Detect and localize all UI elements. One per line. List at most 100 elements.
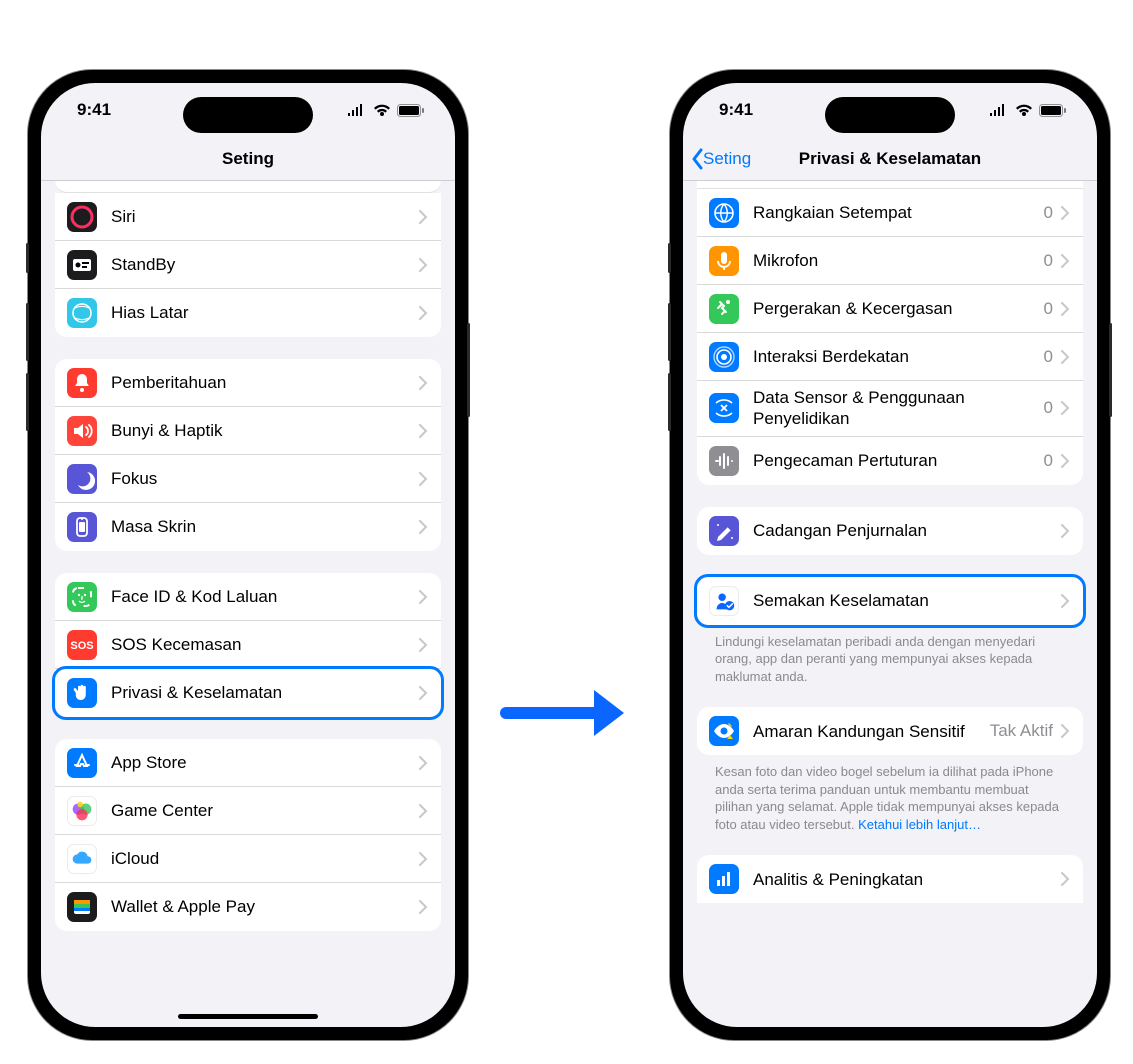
settings-row-journal[interactable]: Cadangan Penjurnalan (697, 507, 1083, 555)
settings-row-speech[interactable]: Pengecaman Pertuturan0 (697, 437, 1083, 485)
row-label: Cadangan Penjurnalan (753, 520, 1061, 541)
focus-icon (67, 464, 97, 494)
row-label: Masa Skrin (111, 516, 419, 537)
settings-row-sensitive[interactable]: Amaran Kandungan SensitifTak Aktif (697, 707, 1083, 755)
content-left[interactable]: Siri StandByHias Latar Pemberitahuan Bunyi … (41, 181, 455, 1027)
settings-row-wallet[interactable]: Wallet & Apple Pay (55, 883, 441, 931)
arrow-icon (500, 684, 630, 742)
siri-icon (67, 202, 97, 232)
settings-row-analytics[interactable]: Analitis & Peningkatan (697, 855, 1083, 903)
chevron-right-icon (419, 472, 427, 486)
power-button (467, 323, 470, 417)
row-label: SOS Kecemasan (111, 634, 419, 655)
settings-row-nearby[interactable]: Interaksi Berdekatan0 (697, 333, 1083, 381)
status-icons (347, 104, 425, 117)
volume-down (26, 373, 29, 431)
chevron-right-icon (419, 258, 427, 272)
row-label: Amaran Kandungan Sensitif (753, 721, 990, 742)
faceid-icon (67, 582, 97, 612)
row-label: Privasi & Keselamatan (111, 682, 419, 703)
row-label: Bunyi & Haptik (111, 420, 419, 441)
group-footer: Lindungi keselamatan peribadi anda denga… (697, 625, 1083, 686)
chevron-right-icon (419, 210, 427, 224)
row-detail: 0 (1044, 203, 1053, 223)
chevron-right-icon (419, 852, 427, 866)
settings-row-sos[interactable]: SOSSOS Kecemasan (55, 621, 441, 669)
nearby-icon (709, 342, 739, 372)
chevron-right-icon (1061, 872, 1069, 886)
icloud-icon (67, 844, 97, 874)
phone-right: 9:41 Seting Privasi & Keselamatan Rangka… (670, 70, 1110, 1040)
volume-up (668, 303, 671, 361)
settings-group: Amaran Kandungan SensitifTak Aktif (697, 707, 1083, 755)
row-label: Face ID & Kod Laluan (111, 586, 419, 607)
chevron-right-icon (419, 638, 427, 652)
power-button (1109, 323, 1112, 417)
settings-row-screentime[interactable]: Masa Skrin (55, 503, 441, 551)
chevron-right-icon (419, 376, 427, 390)
settings-group: Rangkaian Setempat0Mikrofon0Pergerakan &… (697, 189, 1083, 485)
row-detail: 0 (1044, 251, 1053, 271)
settings-row-siri[interactable]: Siri (55, 193, 441, 241)
safetycheck-icon (709, 586, 739, 616)
settings-row-sensor[interactable]: Data Sensor & Penggunaan Penyelidikan0 (697, 381, 1083, 437)
settings-row-wallpaper[interactable]: Hias Latar (55, 289, 441, 337)
nav-back-button[interactable]: Seting (691, 148, 751, 170)
settings-row-privacy[interactable]: Privasi & Keselamatan (55, 669, 441, 717)
row-label: Pemberitahuan (111, 372, 419, 393)
chevron-right-icon (1061, 594, 1069, 608)
footer-link[interactable]: Ketahui lebih lanjut… (858, 817, 981, 832)
settings-row-appstore[interactable]: App Store (55, 739, 441, 787)
row-label: Wallet & Apple Pay (111, 896, 419, 917)
group-footer: Kesan foto dan video bogel sebelum ia di… (697, 755, 1083, 833)
chevron-right-icon (1061, 401, 1069, 415)
notifications-icon (67, 368, 97, 398)
chevron-right-icon (419, 900, 427, 914)
settings-group: Siri StandByHias Latar (55, 193, 441, 337)
chevron-right-icon (419, 590, 427, 604)
sensitive-icon (709, 716, 739, 746)
chevron-right-icon (419, 756, 427, 770)
battery-icon (1039, 104, 1067, 117)
settings-row-safetycheck[interactable]: Semakan Keselamatan (697, 577, 1083, 625)
settings-row-motion[interactable]: Pergerakan & Kecergasan0 (697, 285, 1083, 333)
home-indicator[interactable] (178, 1014, 318, 1019)
localnet-icon (709, 198, 739, 228)
chevron-right-icon (419, 306, 427, 320)
settings-row-faceid[interactable]: Face ID & Kod Laluan (55, 573, 441, 621)
row-label: Game Center (111, 800, 419, 821)
row-detail: 0 (1044, 347, 1053, 367)
nav-bar: Seting (41, 137, 455, 181)
settings-row-localnet[interactable]: Rangkaian Setempat0 (697, 189, 1083, 237)
chevron-right-icon (1061, 524, 1069, 538)
settings-row-standby[interactable]: StandBy (55, 241, 441, 289)
nav-back-label: Seting (703, 149, 751, 169)
dynamic-island (183, 97, 313, 133)
settings-row-sounds[interactable]: Bunyi & Haptik (55, 407, 441, 455)
settings-row-gamecenter[interactable]: Game Center (55, 787, 441, 835)
phone-left: 9:41 Seting SiriStandByHias LatarPemberi… (28, 70, 468, 1040)
content-right[interactable]: Rangkaian Setempat0Mikrofon0Pergerakan &… (683, 181, 1097, 1027)
settings-row-microphone[interactable]: Mikrofon0 (697, 237, 1083, 285)
nav-bar: Seting Privasi & Keselamatan (683, 137, 1097, 181)
settings-row-notifications[interactable]: Pemberitahuan (55, 359, 441, 407)
screen-right: 9:41 Seting Privasi & Keselamatan Rangka… (683, 83, 1097, 1027)
settings-row-icloud[interactable]: iCloud (55, 835, 441, 883)
row-label: Siri (111, 206, 419, 227)
cellular-icon (347, 104, 367, 116)
row-label: Fokus (111, 468, 419, 489)
chevron-right-icon (1061, 254, 1069, 268)
screentime-icon (67, 512, 97, 542)
chevron-right-icon (419, 424, 427, 438)
wallpaper-icon (67, 298, 97, 328)
settings-row-focus[interactable]: Fokus (55, 455, 441, 503)
volume-down (668, 373, 671, 431)
status-time: 9:41 (719, 100, 753, 120)
microphone-icon (709, 246, 739, 276)
settings-group: App Store Game Center iCloud Wallet & Apple… (55, 739, 441, 931)
settings-group: Semakan Keselamatan (697, 577, 1083, 625)
cellular-icon (989, 104, 1009, 116)
row-label: Mikrofon (753, 250, 1044, 271)
sounds-icon (67, 416, 97, 446)
row-label: Analitis & Peningkatan (753, 869, 1061, 890)
